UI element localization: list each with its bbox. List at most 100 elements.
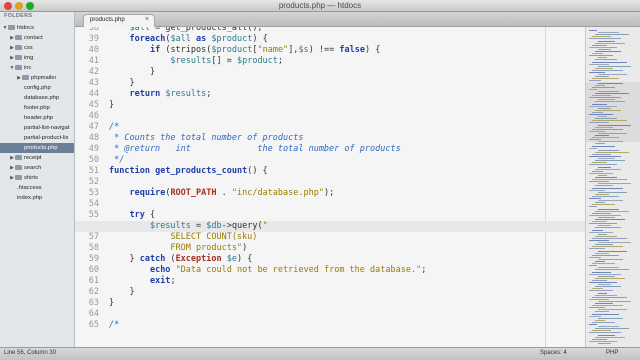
sidebar-item-footer-php[interactable]: footer.php [0,103,74,113]
code-line[interactable]: } [109,100,114,111]
code-editor[interactable]: 3839404142434445464748495051525354555657… [75,27,585,347]
code-line[interactable]: } catch (Exception $e) { [109,254,252,265]
syntax-selector[interactable]: PHP [606,350,618,356]
minimap-line [598,233,607,235]
minimap-line [595,135,609,136]
sidebar-item-label: inc [24,65,32,71]
minimap-line [595,185,613,187]
code-line[interactable]: SELECT COUNT(sku) [109,232,257,243]
minimap-line [595,235,617,237]
sidebar-item-receipt[interactable]: ▶ receipt [0,153,74,163]
code-line[interactable]: $results = $db->query(" [109,221,268,232]
code-line[interactable]: } [109,287,135,298]
minimap-line [592,111,603,113]
minimap-line [595,319,605,321]
sidebar-item-contact[interactable]: ▶ contact [0,33,74,43]
minimap-line [598,132,627,134]
folder-icon [22,74,29,80]
code-line[interactable]: } [109,78,134,89]
folder-icon [15,164,22,170]
minimap-line [592,137,619,139]
tab-close-icon[interactable]: × [145,16,149,23]
code-line[interactable]: return $results; [109,89,211,100]
code-line[interactable]: } [109,298,114,309]
code-line[interactable]: echo "Data could not be retrieved from t… [109,265,426,276]
code-token: } [109,287,135,297]
code-line[interactable]: $all = get_products_all(); [109,27,262,34]
code-token: foreach [129,34,166,44]
code-token: $db [206,221,222,231]
indentation-selector[interactable]: Spaces: 4 [540,350,567,356]
code-line[interactable]: try { [109,210,155,221]
sidebar-item-label: receipt [24,155,42,161]
code-line[interactable]: FROM products") [109,243,247,254]
code-token: */ [109,155,125,165]
minimap-line [595,126,613,128]
code-line[interactable]: */ [109,155,124,166]
code-token: ) { [237,254,253,264]
minimap-line [598,82,623,84]
line-number: 41 [88,56,99,66]
code-line[interactable]: function get_products_count() { [109,166,268,177]
line-number: 62 [88,287,99,297]
code-token: require [129,188,166,198]
line-number: 65 [88,320,99,330]
sidebar-item-header-php[interactable]: header.php [0,113,74,123]
code-token: "name" [257,45,289,55]
line-number: 44 [88,89,99,99]
code-line[interactable]: if (stripos($product["name"],$s) !== fal… [109,45,380,56]
sidebar-item-database-php[interactable]: database.php [0,93,74,103]
code-line[interactable]: $results[] = $product; [109,56,283,67]
minimap-line [592,145,615,147]
minimap-line [589,181,609,183]
sidebar-item-htdocs[interactable]: ▼ htdocs [0,23,74,33]
line-number: 57 [88,232,99,242]
code-token: * Counts the total number of products [109,133,304,143]
code-line[interactable]: foreach($all as $product) { [109,34,267,45]
sidebar-item-htaccess[interactable]: .htaccess [0,183,74,193]
minimap-line [598,174,607,176]
sidebar-item-products-php[interactable]: products.php [0,143,74,153]
sidebar-item-label: config.php [24,85,51,91]
sidebar-item-search[interactable]: ▶ search [0,163,74,173]
code-token: $e [226,254,237,264]
code-line[interactable]: * @return int the total number of produc… [109,144,401,155]
minimap-line [598,258,623,260]
code-token: $product [211,45,253,55]
sidebar-item-partial-list-navigat[interactable]: partial-list-navigat [0,123,74,133]
sidebar-item-partial-product-lis[interactable]: partial-product-lis [0,133,74,143]
sidebar-item-img[interactable]: ▶ img [0,53,74,63]
minimap-line [589,122,609,124]
minimap-line [589,248,605,250]
minimap-line [592,338,607,340]
tab-products-php[interactable]: products.php × [83,14,155,27]
code-line[interactable]: /* [109,122,119,133]
minimap-line [589,164,617,166]
code-line[interactable]: * Counts the total number of products [109,133,303,144]
sidebar-item-inc[interactable]: ▼ inc [0,63,74,73]
line-number: 47 [88,122,99,132]
code-token: ) [242,243,248,253]
line-number: 45 [88,100,99,110]
minimap-line [595,311,609,313]
minimap-line [595,51,621,52]
minimap-line [595,118,617,120]
sidebar-item-shirts[interactable]: ▶ shirts [0,173,74,183]
code-token: $all [170,34,191,44]
window-title: products.php — htdocs [278,1,362,10]
code-line[interactable]: exit; [109,276,176,287]
sidebar-item-phpmailer[interactable]: ▶ phpmailer [0,73,74,83]
minimap-line [598,309,627,311]
code-line[interactable]: require(ROOT_PATH . "inc/database.php"); [109,188,334,199]
code-token: } [109,254,140,264]
code-token: ROOT_PATH [170,188,217,198]
minimap-line [598,326,619,328]
sidebar-item-index-php[interactable]: index.php [0,193,74,203]
minimap[interactable] [585,27,640,347]
minimap-line [598,48,611,50]
sidebar-item-css[interactable]: ▶ css [0,43,74,53]
sidebar-item-config-php[interactable]: config.php [0,83,74,93]
code-token: $results [170,56,212,66]
code-line[interactable]: } [109,67,155,78]
code-line[interactable]: /* [109,320,119,331]
